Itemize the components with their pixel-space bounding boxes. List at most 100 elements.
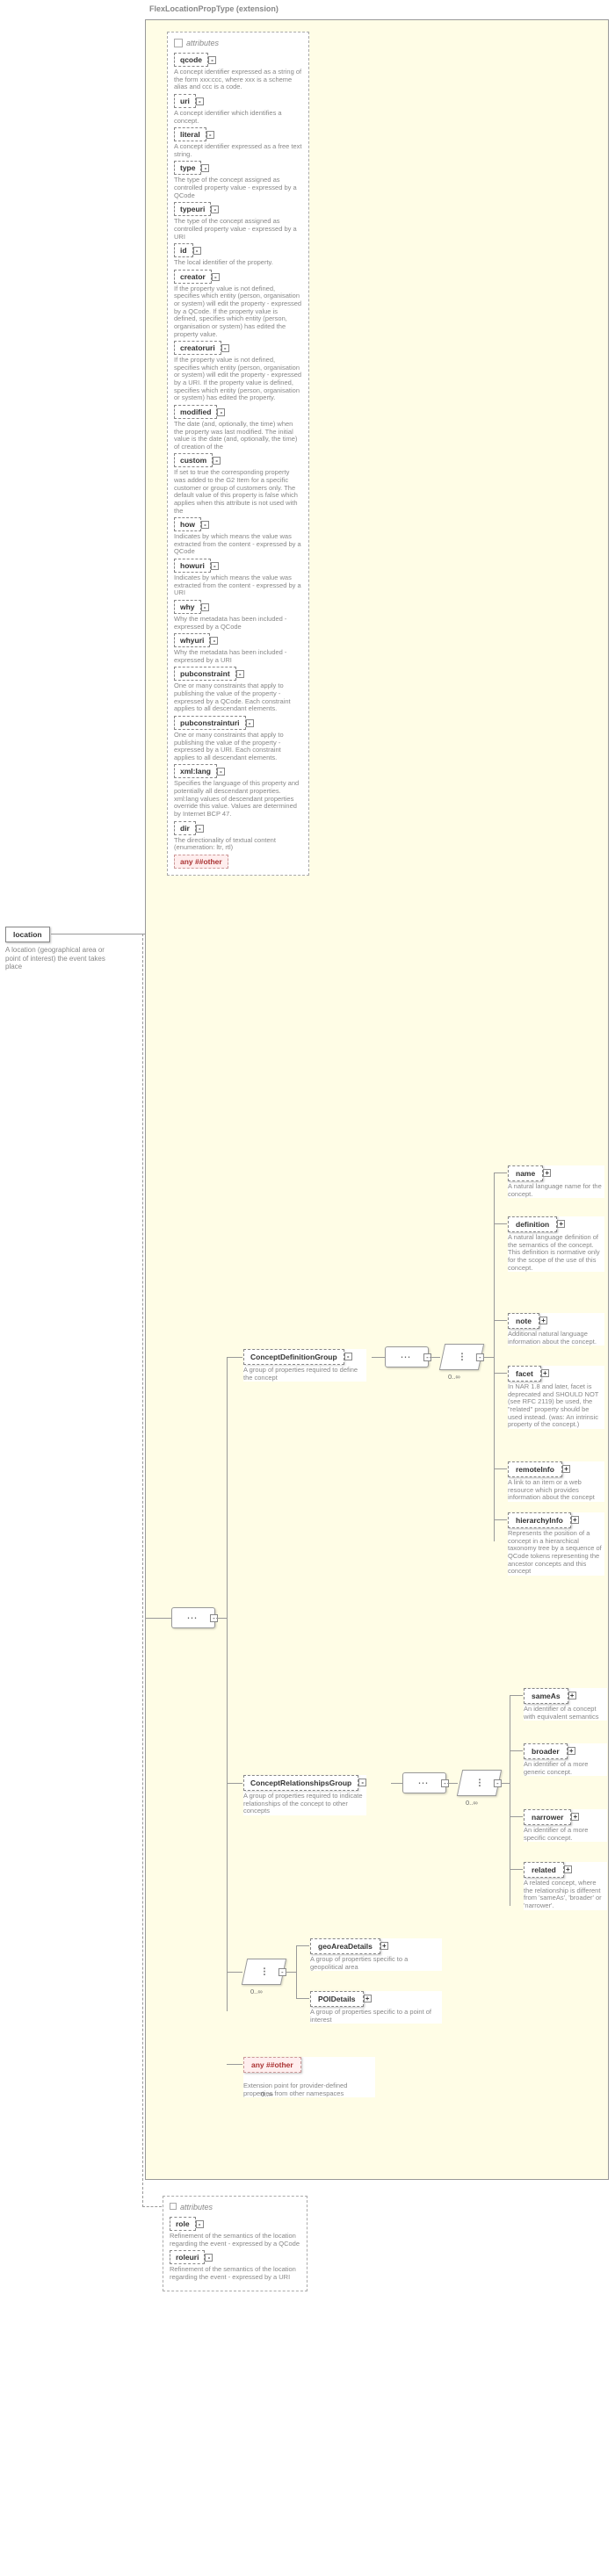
attr-dir: dir-The directionality of textual conten… [174,821,302,852]
occurs: 0..∞ [261,2090,393,2098]
collapse-icon[interactable]: - [211,206,219,213]
connector [494,1223,507,1224]
attr-desc: Refinement of the semantics of the locat… [170,2266,300,2281]
connector [227,1357,242,1358]
element-broader: broader+An identifier of a more generic … [524,1743,607,1776]
expand-icon[interactable]: + [543,1169,551,1177]
attr-name: modified- [174,405,217,419]
connector [510,1816,523,1817]
collapse-icon[interactable]: - [193,247,201,255]
element-desc: A natural language name for the concept. [508,1183,604,1198]
attr-how: how-Indicates by which means the value w… [174,517,302,556]
attr-name: creator- [174,270,212,284]
attrs-header: attributes [180,2203,213,2212]
collapse-icon[interactable]: - [246,719,254,727]
collapse-icon[interactable]: - [196,2220,204,2228]
element-remoteInfo: remoteInfo+A link to an item or a web re… [508,1461,604,1502]
connector [227,1972,242,1973]
connector [501,1783,510,1784]
expand-icon[interactable]: + [541,1369,549,1377]
collapse-icon[interactable]: - [221,344,229,352]
connector [494,1173,495,1541]
expand-icon[interactable]: + [571,1813,579,1821]
collapse-icon[interactable]: - [208,56,216,64]
expand-icon[interactable]: + [564,1865,572,1873]
element-desc: In NAR 1.8 and later, facet is deprecate… [508,1383,604,1429]
collapse-icon[interactable]: - [358,1779,366,1786]
collapse-icon[interactable]: - [236,670,244,678]
element-desc: An identifier of a more specific concept… [524,1827,607,1842]
expand-icon[interactable]: + [562,1465,570,1473]
attr-why: why- Why the metadata has been included -… [174,600,302,631]
attr-name: whyuri- [174,633,210,647]
element-hierarchyInfo: hierarchyInfo+Represents the position of… [508,1512,604,1576]
element-label: POIDetails [318,1995,356,2003]
attr-name: roleuri- [170,2250,205,2264]
collapse-icon[interactable]: - [205,2254,213,2262]
element-desc: A natural language definition of the sem… [508,1234,604,1272]
attr-desc: Indicates by which means the value was e… [174,574,302,597]
collapse-icon[interactable]: - [201,603,209,611]
element-box: note+ [508,1313,539,1329]
connector [227,1783,242,1784]
attributes-box-bottom: attributes role- Refinement of the semant… [163,2196,308,2291]
concept-definition-group: ConceptDefinitionGroup- A group of prope… [243,1349,366,1382]
attr-desc: Why the metadata has been included - exp… [174,616,302,631]
element-narrower: narrower+An identifier of a more specifi… [524,1809,607,1842]
attr-xml-lang: xml:lang-Specifies the language of this … [174,764,302,818]
element-label: any ##other [251,2060,293,2069]
expand-icon[interactable]: + [380,1942,388,1950]
connector [216,1618,227,1619]
collapse-icon[interactable]: - [210,637,218,645]
attr-role: role- Refinement of the semantics of the … [170,2217,300,2248]
element-desc: Additional natural language information … [508,1331,604,1346]
attr-name: type- [174,161,201,175]
expand-icon[interactable]: + [364,1995,372,2002]
collapse-icon[interactable]: - [206,131,214,139]
connector [391,1783,402,1784]
element-note: note+ Additional natural language informa… [508,1313,604,1346]
attr-name: role- [170,2217,196,2231]
attr-name: qcode- [174,53,208,67]
expand-icon[interactable]: + [568,1692,576,1699]
collapse-icon[interactable]: - [201,164,209,172]
collapse-icon[interactable]: - [344,1353,352,1360]
collapse-icon[interactable]: - [212,273,220,281]
group-desc: A group of properties required to indica… [243,1793,366,1815]
attrs-header: attributes [174,39,302,47]
concept-relationships-group: ConceptRelationshipsGroup- A group of pr… [243,1775,366,1815]
collapse-icon[interactable]: - [213,457,221,465]
connector [494,1320,507,1321]
collapse-icon[interactable]: - [196,825,204,833]
attr-desc: The local identifier of the property. [174,259,302,267]
geo-area-details-element: geoAreaDetails+ A group of properties sp… [310,1938,442,1971]
attr-name: uri- [174,94,196,108]
collapse-icon[interactable]: - [211,562,219,570]
collapse-icon[interactable]: - [217,408,225,416]
expand-icon[interactable]: + [568,1747,575,1755]
attr-desc: If the property value is not defined, sp… [174,357,302,402]
collapse-icon[interactable]: - [217,768,225,776]
attr-desc: One or many constraints that apply to pu… [174,732,302,762]
collapse-icon[interactable]: - [196,97,204,105]
connector [494,1519,507,1520]
expand-icon[interactable]: + [557,1220,565,1228]
attr-name: xml:lang- [174,764,217,778]
connector [510,1869,523,1870]
element-desc: A group of properties specific to a geop… [310,1956,442,1971]
attr-desc: A concept identifier which identifies a … [174,110,302,125]
attr-desc: One or many constraints that apply to pu… [174,682,302,713]
connector [483,1357,494,1358]
attr-name: why- [174,600,201,614]
collapse-icon[interactable]: - [201,521,209,529]
connector [447,1783,458,1784]
element-box: hierarchyInfo+ [508,1512,571,1528]
expand-icon[interactable]: + [539,1317,547,1324]
attr-whyuri: whyuri-Why the metadata has been include… [174,633,302,664]
connector [296,1998,309,1999]
attr-name: pubconstrainturi- [174,716,246,730]
attr-desc: Refinement of the semantics of the locat… [170,2233,300,2248]
attr-type: type-The type of the concept assigned as… [174,161,302,199]
expand-icon[interactable]: + [571,1516,579,1524]
type-header: FlexLocationPropType (extension) [149,4,279,13]
